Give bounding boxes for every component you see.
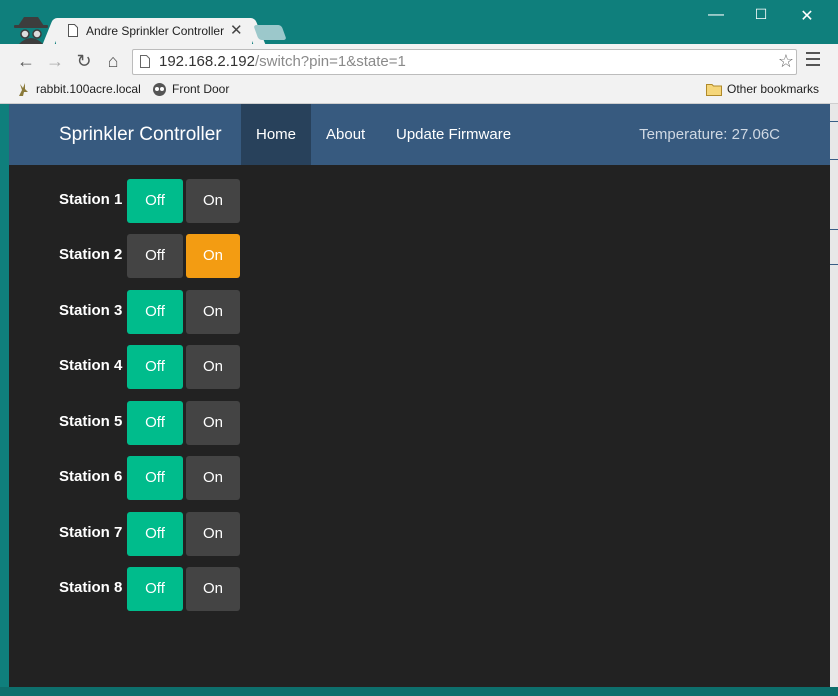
on-button[interactable]: On (186, 234, 240, 278)
station-row: Station 7 Off On (9, 512, 309, 556)
back-icon[interactable]: ← (16, 51, 36, 71)
maximize-button[interactable]: ☐ (746, 6, 776, 23)
incognito-icon (14, 17, 48, 44)
station-label: Station 3 (59, 302, 123, 319)
off-button[interactable]: Off (127, 345, 183, 389)
bookmark-label: rabbit.100acre.local (36, 82, 141, 96)
off-button[interactable]: Off (127, 567, 183, 611)
nav-about[interactable]: About (311, 104, 380, 165)
bookmark-label: Front Door (172, 82, 230, 96)
off-button[interactable]: Off (127, 456, 183, 500)
on-button[interactable]: On (186, 456, 240, 500)
page-icon (140, 55, 150, 68)
tab-title: Andre Sprinkler Controller (86, 24, 225, 38)
station-row: Station 8 Off On (9, 567, 309, 611)
chrome-menu-icon[interactable] (806, 52, 820, 70)
station-label: Station 4 (59, 357, 123, 374)
rabbit-icon (19, 83, 28, 97)
station-label: Station 5 (59, 413, 123, 430)
station-row: Station 2 Off On (9, 234, 309, 278)
nav-home[interactable]: Home (241, 104, 312, 165)
temperature-readout: Temperature: 27.06C (639, 126, 780, 143)
station-row: Station 6 Off On (9, 456, 309, 500)
station-row: Station 3 Off On (9, 290, 309, 334)
brand-title[interactable]: Sprinkler Controller (59, 124, 222, 146)
nav-update-firmware[interactable]: Update Firmware (381, 104, 526, 165)
web-page: Sprinkler Controller Home About Update F… (9, 104, 830, 687)
station-label: Station 7 (59, 524, 123, 541)
off-button[interactable]: Off (127, 401, 183, 445)
minimize-button[interactable]: — (701, 6, 731, 24)
off-button[interactable]: Off (127, 512, 183, 556)
browser-window: Andre Sprinkler Controller ✕ — ☐ ✕ ← → ↻… (0, 0, 838, 696)
reload-icon[interactable]: ↻ (74, 51, 94, 71)
bookmarks-bar: rabbit.100acre.local Front Door Other bo… (0, 78, 838, 104)
bookmark-front-door[interactable]: Front Door (152, 82, 229, 97)
on-button[interactable]: On (186, 512, 240, 556)
off-button[interactable]: Off (127, 234, 183, 278)
url-host: 192.168.2.192 (159, 53, 255, 70)
bookmark-rabbit[interactable]: rabbit.100acre.local (16, 82, 141, 97)
browser-tab[interactable]: Andre Sprinkler Controller ✕ (56, 18, 252, 44)
station-label: Station 8 (59, 579, 123, 596)
url-path: /switch?pin=1&state=1 (254, 53, 406, 70)
other-bookmarks-label: Other bookmarks (727, 82, 820, 96)
tab-close-icon[interactable]: ✕ (230, 21, 243, 39)
station-row: Station 1 Off On (9, 179, 309, 223)
station-label: Station 1 (59, 191, 123, 208)
on-button[interactable]: On (186, 345, 240, 389)
browser-toolbar: ← → ↻ ⌂ 192.168.2.192/switch?pin=1&state… (0, 44, 838, 78)
window-edge (830, 104, 838, 687)
off-button[interactable]: Off (127, 290, 183, 334)
taskbar-strip (0, 687, 838, 696)
url-text: 192.168.2.192/switch?pin=1&state=1 (159, 53, 406, 70)
new-tab-button[interactable] (253, 25, 287, 40)
home-icon[interactable]: ⌂ (103, 51, 123, 71)
address-bar[interactable]: 192.168.2.192/switch?pin=1&state=1 ☆ (132, 49, 797, 75)
document-icon (68, 24, 78, 37)
on-button[interactable]: On (186, 401, 240, 445)
bookmark-star-icon[interactable]: ☆ (778, 51, 794, 72)
on-button[interactable]: On (186, 179, 240, 223)
on-button[interactable]: On (186, 290, 240, 334)
owl-icon (153, 83, 166, 97)
other-bookmarks[interactable]: Other bookmarks (706, 82, 820, 97)
off-button[interactable]: Off (127, 179, 183, 223)
title-bar: Andre Sprinkler Controller ✕ — ☐ ✕ (0, 0, 838, 44)
forward-icon[interactable]: → (45, 51, 65, 71)
close-window-button[interactable]: ✕ (792, 6, 822, 26)
on-button[interactable]: On (186, 567, 240, 611)
site-navbar: Sprinkler Controller Home About Update F… (9, 104, 830, 165)
station-label: Station 2 (59, 246, 123, 263)
station-label: Station 6 (59, 468, 123, 485)
station-row: Station 4 Off On (9, 345, 309, 389)
station-row: Station 5 Off On (9, 401, 309, 445)
folder-icon (706, 84, 722, 97)
